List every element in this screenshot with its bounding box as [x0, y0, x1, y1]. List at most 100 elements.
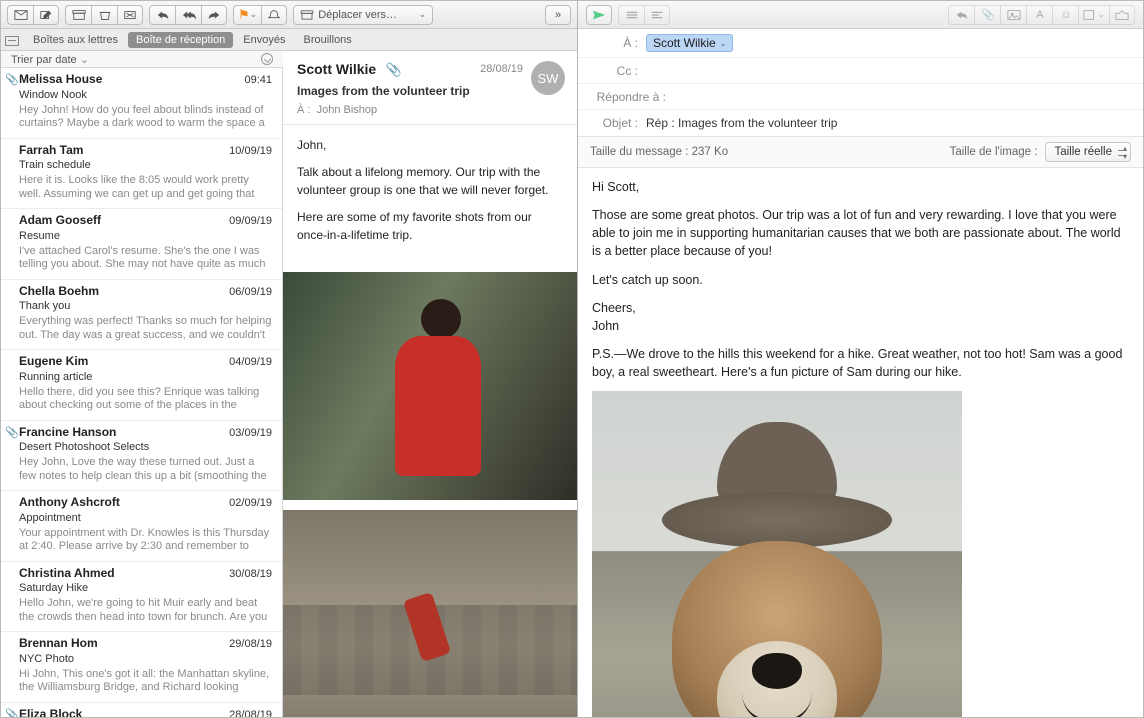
attach-button[interactable]: 📎	[974, 5, 1000, 25]
attachment-icon: 📎	[5, 74, 19, 88]
reader-image-1	[283, 272, 577, 500]
reader-header: Scott Wilkie 📎 28/08/19 SW Images from t…	[283, 51, 577, 125]
compose-inline-image	[592, 391, 962, 717]
message-date: 03/09/19	[229, 427, 272, 441]
message-size-label: Taille du message : 237 Ko	[590, 146, 728, 158]
recipient-token[interactable]: Scott Wilkie⌄	[646, 34, 733, 52]
message-list-item[interactable]: 📎Francine Hanson 03/09/19Desert Photoshoo…	[1, 421, 282, 492]
message-list-item[interactable]: Chella Boehm06/09/19Thank youEverything …	[1, 280, 282, 351]
dog-mouth-shape	[742, 693, 812, 717]
message-date: 09:41	[244, 74, 272, 88]
message-list-item[interactable]: 📎Melissa House 09:41Window NookHey John! …	[1, 68, 282, 139]
sort-bar[interactable]: Trier par date ⌄	[1, 51, 283, 68]
format-button[interactable]	[644, 5, 670, 25]
message-sender: Anthony Ashcroft	[19, 495, 120, 510]
mailboxes-icon	[5, 36, 19, 46]
header-fields-button[interactable]	[618, 5, 644, 25]
message-preview: I've attached Carol's resume. She's the …	[19, 245, 272, 273]
message-sender: Brennan Hom	[19, 636, 98, 651]
message-preview: Your appointment with Dr. Knowles is thi…	[19, 527, 272, 555]
message-list-item[interactable]: Brennan Hom29/08/19NYC PhotoHi John, Thi…	[1, 632, 282, 703]
avatar: SW	[531, 61, 565, 95]
message-list-item[interactable]: Farrah Tam 10/09/19Train scheduleHere it …	[1, 139, 282, 210]
filter-icon[interactable]	[261, 53, 273, 65]
image-size-select[interactable]: Taille réelle ▴▾	[1045, 142, 1131, 162]
message-sender: Farrah Tam	[19, 143, 83, 158]
message-date: 09/09/19	[229, 215, 272, 229]
toolbar-overflow-button[interactable]: »	[545, 5, 571, 25]
tab-drafts[interactable]: Brouillons	[296, 32, 360, 48]
message-sender: Chella Boehm	[19, 284, 99, 299]
attachment-icon: 📎	[5, 709, 19, 717]
compose-reply-button[interactable]	[948, 5, 974, 25]
replyto-field-row[interactable]: Répondre à :	[578, 84, 1143, 110]
main-toolbar: ⚑⌄ Déplacer vers… ⌄ »	[1, 1, 577, 29]
message-date: 02/09/19	[229, 497, 272, 511]
size-bar: Taille du message : 237 Ko Taille de l'i…	[578, 137, 1143, 168]
message-date: 30/08/19	[229, 568, 272, 582]
message-subject: Window Nook	[19, 89, 272, 103]
tab-mailboxes[interactable]: Boîtes aux lettres	[25, 32, 126, 48]
photo-button[interactable]	[1000, 5, 1026, 25]
message-reader: Scott Wilkie 📎 28/08/19 SW Images from t…	[283, 51, 577, 717]
mute-button[interactable]	[261, 5, 287, 25]
attachment-icon: 📎	[5, 427, 19, 441]
message-sender: Eugene Kim	[19, 354, 88, 369]
move-to-dropdown[interactable]: Déplacer vers… ⌄	[293, 5, 433, 25]
message-date: 06/09/19	[229, 286, 272, 300]
tab-sent[interactable]: Envoyés	[235, 32, 293, 48]
message-list-item[interactable]: Christina Ahmed30/08/19Saturday HikeHell…	[1, 562, 282, 633]
message-subject: Train schedule	[19, 159, 272, 173]
subject-value: Rép : Images from the volunteer trip	[646, 116, 837, 130]
media-dropdown-button[interactable]: ⌄	[1078, 5, 1109, 25]
message-sender: Adam Gooseff	[19, 213, 101, 228]
message-list[interactable]: 📎Melissa House09:41Window NookHey John! …	[1, 68, 283, 717]
message-preview: Hey John! How do you feel about blinds i…	[19, 104, 272, 132]
message-subject: Thank you	[19, 300, 272, 314]
compose-body[interactable]: Hi Scott, Those are some great photos. O…	[578, 168, 1143, 717]
image-size-label: Taille de l'image :	[950, 146, 1038, 158]
message-preview: Hey John, Love the way these turned out.…	[19, 456, 272, 484]
forward-button[interactable]	[201, 5, 227, 25]
compose-button[interactable]	[33, 5, 59, 25]
message-sender: Christina Ahmed	[19, 566, 115, 581]
junk-button[interactable]	[117, 5, 143, 25]
message-sender: Melissa House	[19, 72, 102, 87]
message-list-item[interactable]: Eugene Kim04/09/19Running articleHello t…	[1, 350, 282, 421]
reply-all-button[interactable]	[175, 5, 201, 25]
message-date: 10/09/19	[229, 145, 272, 159]
font-button[interactable]: A	[1026, 5, 1052, 25]
message-sender: Eliza Block	[19, 707, 82, 717]
compose-toolbar: 📎 A ☺ ⌄	[578, 1, 1143, 29]
reader-image-2	[283, 510, 577, 717]
subject-field-row[interactable]: Objet : Rép : Images from the volunteer …	[578, 110, 1143, 136]
message-list-item[interactable]: 📎Eliza Block28/08/19Team outing successH…	[1, 703, 282, 717]
send-button[interactable]	[586, 5, 612, 25]
message-date: 29/08/19	[229, 638, 272, 652]
message-preview: Here it is. Looks like the 8:05 would wo…	[19, 174, 272, 202]
to-field-row[interactable]: À : Scott Wilkie⌄	[578, 29, 1143, 58]
tab-inbox[interactable]: Boîte de réception	[128, 32, 233, 48]
cc-field-row[interactable]: Cc :	[578, 58, 1143, 84]
delete-button[interactable]	[91, 5, 117, 25]
message-list-item[interactable]: Anthony Ashcroft02/09/19AppointmentYour …	[1, 491, 282, 562]
archive-button[interactable]	[65, 5, 91, 25]
mailbox-tabs: Boîtes aux lettres Boîte de réception En…	[1, 29, 577, 51]
compose-header-fields: À : Scott Wilkie⌄ Cc : Répondre à : Obje…	[578, 29, 1143, 137]
reader-subject: Images from the volunteer trip	[297, 84, 563, 98]
reader-body: John, Talk about a lifelong memory. Our …	[283, 125, 577, 266]
get-mail-button[interactable]	[7, 5, 33, 25]
message-preview: Hello there, did you see this? Enrique w…	[19, 386, 272, 414]
attachment-icon: 📎	[386, 62, 402, 77]
dog-nose-shape	[752, 653, 802, 689]
flag-button[interactable]: ⚑⌄	[233, 5, 261, 25]
message-list-item[interactable]: Adam Gooseff09/09/19ResumeI've attached …	[1, 209, 282, 280]
browse-button[interactable]	[1109, 5, 1135, 25]
emoji-button[interactable]: ☺	[1052, 5, 1078, 25]
message-date: 28/08/19	[229, 709, 272, 717]
reader-to: À : John Bishop	[297, 104, 563, 116]
message-sender: Francine Hanson	[19, 425, 116, 440]
message-subject: Desert Photoshoot Selects	[19, 441, 272, 455]
reply-button[interactable]	[149, 5, 175, 25]
reader-date: 28/08/19	[480, 63, 523, 75]
